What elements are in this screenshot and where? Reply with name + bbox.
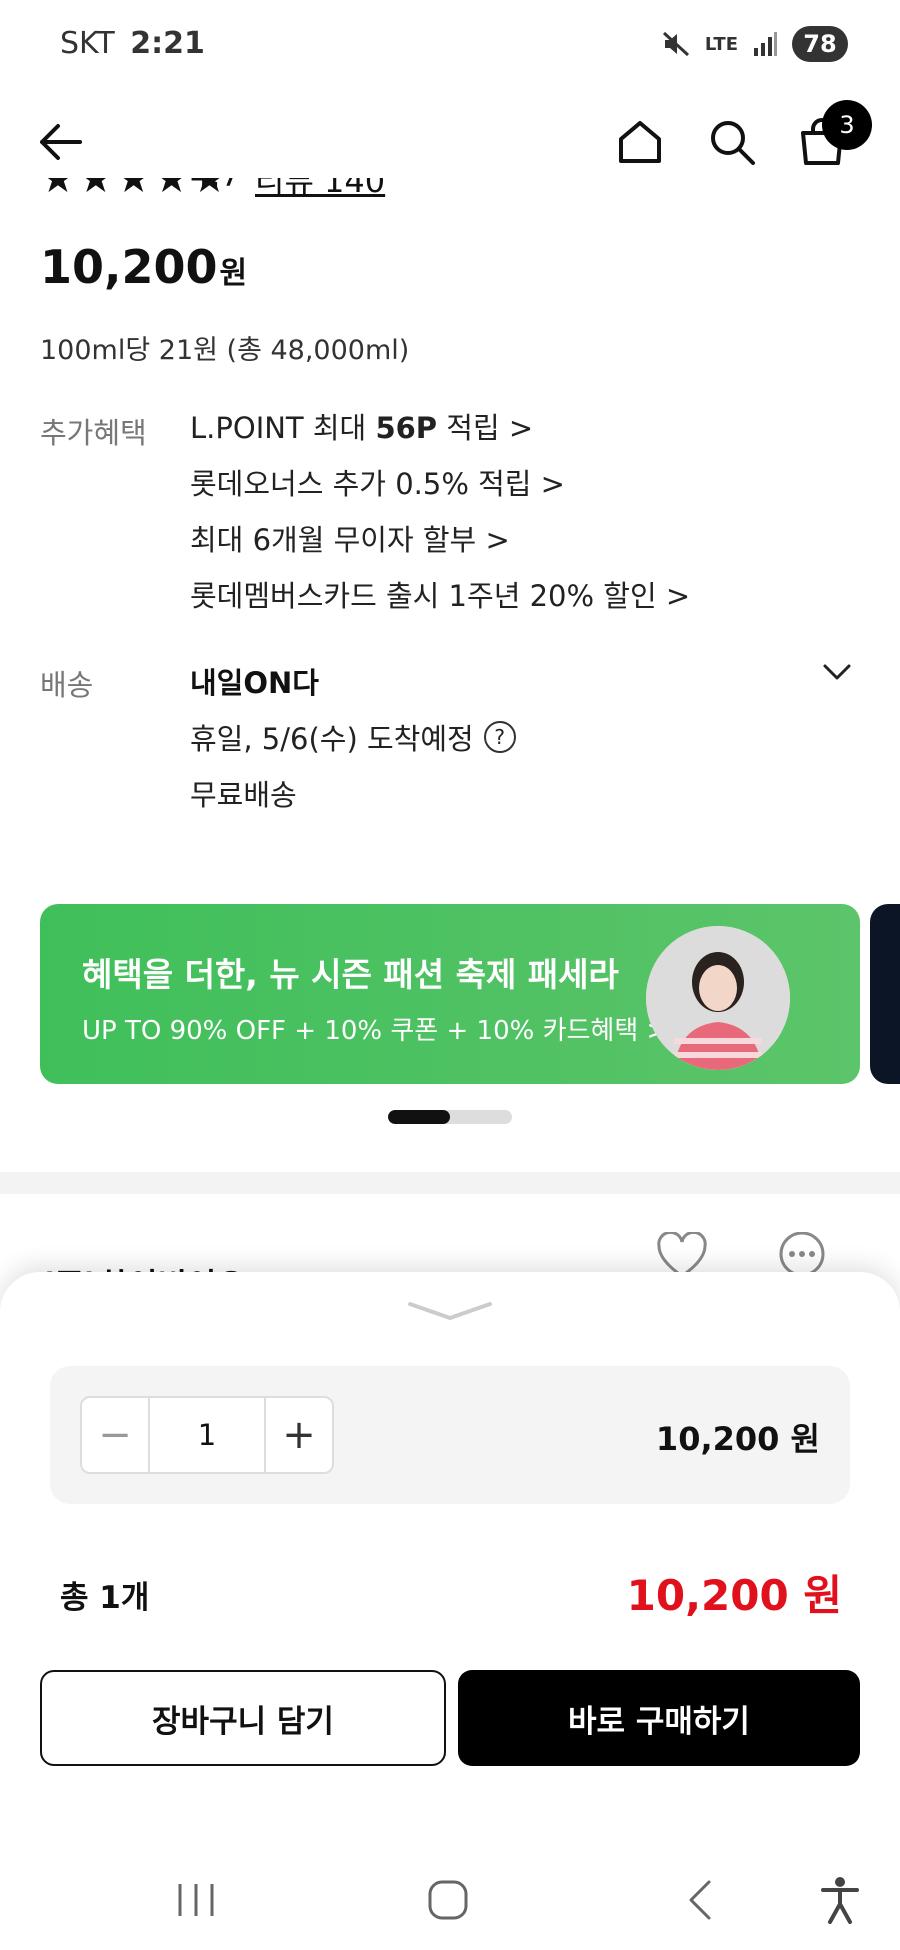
home-system-button[interactable] <box>408 1870 488 1930</box>
back-button[interactable] <box>28 110 92 174</box>
signal-icon <box>754 32 777 56</box>
unit-price: 100ml당 21원 (총 48,000ml) <box>40 335 410 366</box>
lte-label: LTE <box>704 33 738 55</box>
product-price: 10,200원 <box>40 240 247 294</box>
benefit-lotte-owners[interactable]: 롯데오너스 추가 0.5% 적립 > <box>190 464 690 520</box>
system-nav-bar <box>0 1852 900 1950</box>
total-count: 총 1개 <box>60 1580 150 1616</box>
recent-apps-icon <box>178 1884 214 1916</box>
mute-icon <box>662 31 689 57</box>
top-nav: 3 <box>0 92 900 192</box>
cart-button[interactable]: 3 <box>790 100 872 174</box>
status-carrier: SKT 2:21 <box>60 26 205 61</box>
shipping-fee: 무료배송 <box>190 778 297 812</box>
search-button[interactable] <box>700 110 764 174</box>
recent-apps-button[interactable] <box>156 1870 236 1930</box>
quantity-stepper: − 1 + <box>80 1396 334 1474</box>
sheet-collapse-handle[interactable] <box>402 1296 498 1330</box>
rating-score: 4.7 <box>190 178 241 194</box>
banner-title: 혜택을 더한, 뉴 시즌 패션 축제 패세라 <box>82 955 619 994</box>
shipping-title: 내일ON다 <box>190 666 319 700</box>
price-unit: 원 <box>219 256 248 291</box>
selected-option-box: − 1 + 10,200 원 <box>50 1366 850 1504</box>
chevron-left-icon <box>689 1880 711 1920</box>
battery-indicator: 78 <box>792 26 848 62</box>
option-price: 10,200 원 <box>655 1420 820 1458</box>
benefit-lpoint[interactable]: L.POINT 최대 56P 적립 > <box>190 408 690 464</box>
carrier-name: SKT <box>60 26 115 61</box>
back-arrow-icon <box>40 124 82 160</box>
review-link[interactable]: 리뷰 140 <box>255 178 385 202</box>
benefit-text: 롯데오너스 추가 0.5% 적립 > <box>190 467 565 501</box>
status-time: 2:21 <box>130 26 205 61</box>
benefit-text-suffix: 적립 > <box>437 411 534 445</box>
benefit-members-card[interactable]: 롯데멤버스카드 출시 1주년 20% 할인 > <box>190 576 690 632</box>
price-value: 10,200 <box>40 240 218 294</box>
shipping-expand-button[interactable] <box>822 662 852 686</box>
rating-row: ★★★★★ 4.7 리뷰 140 <box>40 178 440 210</box>
home-square-icon <box>428 1880 468 1920</box>
promo-banner[interactable]: 혜택을 더한, 뉴 시즌 패션 축제 패세라 UP TO 90% OFF + 1… <box>40 904 860 1084</box>
accessibility-icon <box>821 1877 859 1924</box>
home-icon <box>619 121 661 163</box>
model-photo-icon <box>646 926 790 1070</box>
quantity-decrease-button[interactable]: − <box>82 1398 150 1472</box>
section-divider <box>0 1172 900 1194</box>
banner-subtitle: UP TO 90% OFF + 10% 쿠폰 + 10% 카드혜택 > <box>82 1016 669 1046</box>
benefit-text: L.POINT 최대 <box>190 411 376 445</box>
pager-active <box>388 1110 450 1124</box>
total-price: 10,200 원 <box>626 1571 842 1620</box>
status-bar: SKT 2:21 LTE 78 <box>0 0 900 92</box>
quantity-increase-button[interactable]: + <box>264 1398 332 1472</box>
benefits-list: L.POINT 최대 56P 적립 > 롯데오너스 추가 0.5% 적립 > 최… <box>190 408 690 632</box>
accessibility-button[interactable] <box>800 1870 880 1930</box>
benefit-text: 최대 6개월 무이자 할부 > <box>190 523 510 557</box>
banner-pager <box>388 1110 512 1124</box>
chevron-down-icon <box>408 1302 492 1320</box>
home-button[interactable] <box>608 110 672 174</box>
add-to-cart-button[interactable]: 장바구니 담기 <box>40 1670 446 1766</box>
status-icons: LTE 78 <box>661 26 848 62</box>
benefit-points: 56P <box>375 411 438 445</box>
buy-now-button[interactable]: 바로 구매하기 <box>458 1670 860 1766</box>
banner-model-image <box>646 926 790 1070</box>
quantity-value[interactable]: 1 <box>150 1398 264 1472</box>
purchase-sheet: − 1 + 10,200 원 총 1개 10,200 원 장바구니 담기 바로 … <box>0 1272 900 1950</box>
benefits-label: 추가혜택 <box>40 416 147 450</box>
benefit-text: 롯데멤버스카드 출시 1주년 20% 할인 > <box>190 579 691 613</box>
system-back-button[interactable] <box>660 1870 740 1930</box>
help-icon[interactable]: ? <box>483 721 516 753</box>
next-banner-peek[interactable] <box>870 904 900 1084</box>
benefit-installment[interactable]: 최대 6개월 무이자 할부 > <box>190 520 690 576</box>
chevron-down-icon <box>823 664 851 680</box>
shipping-label: 배송 <box>40 668 94 702</box>
search-icon <box>711 121 755 165</box>
arrival-text: 휴일, 5/6(수) 도착예정 <box>190 722 474 756</box>
shipping-arrival: 휴일, 5/6(수) 도착예정 ? <box>190 716 516 758</box>
cart-count-badge: 3 <box>822 100 872 150</box>
